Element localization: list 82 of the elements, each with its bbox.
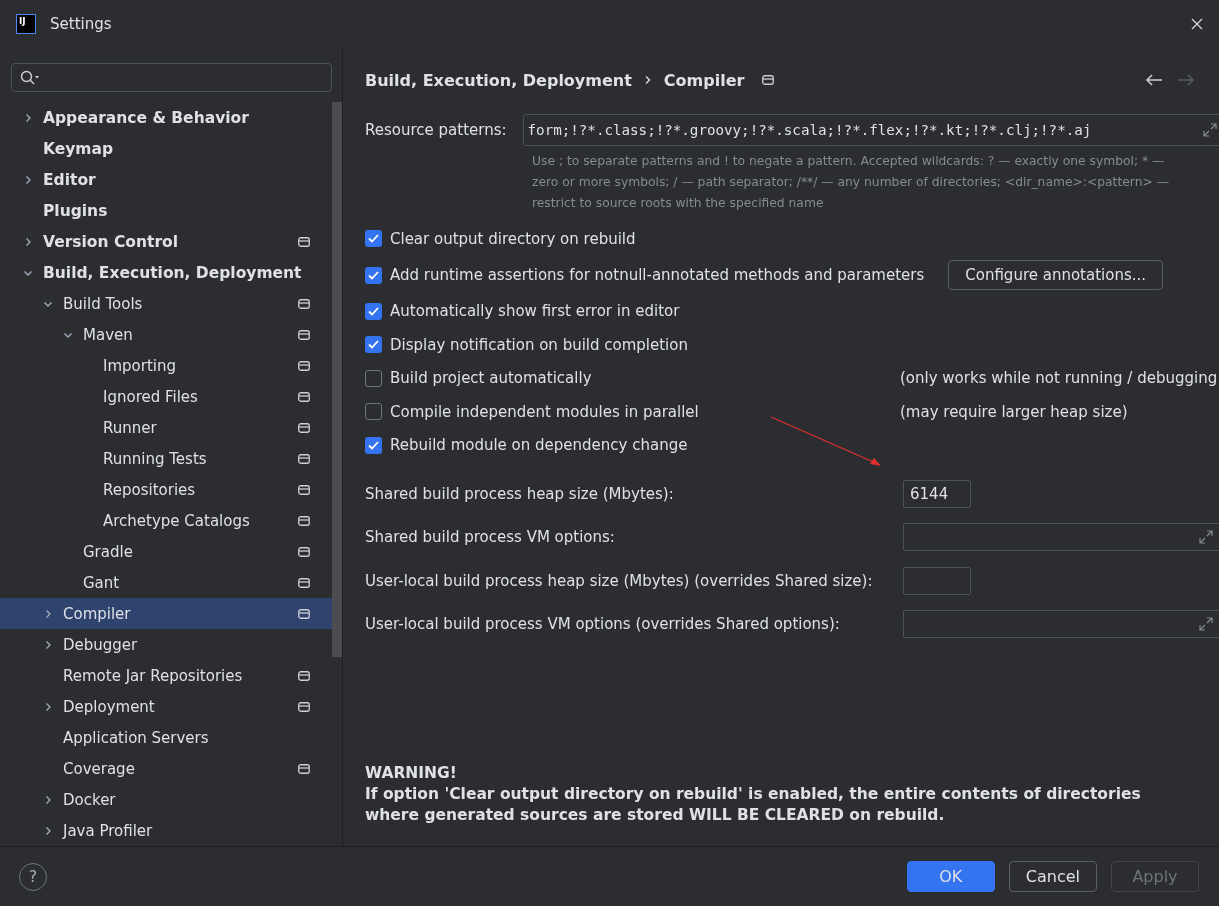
tree-item[interactable]: Appearance & Behavior — [0, 102, 332, 133]
tree-item[interactable]: Gant — [0, 567, 332, 598]
field-label: Shared build process VM options: — [365, 528, 616, 547]
tree-item[interactable]: Gradle — [0, 536, 332, 567]
app-logo: IJ — [16, 14, 36, 34]
checkbox[interactable] — [365, 266, 382, 284]
checkbox[interactable] — [365, 230, 382, 248]
warning-text: If option 'Clear output directory on rebuild' is enabled, the entire contents of directories where generated sources are stored WILL BE CLEARED on rebuild. — [365, 784, 1142, 826]
checkbox[interactable] — [365, 403, 382, 421]
checkbox-label: Add runtime assertions for notnull-annotated methods and parameters — [390, 266, 925, 284]
expand-icon[interactable] — [1202, 122, 1218, 138]
tree-item[interactable]: Coverage — [0, 753, 332, 784]
hint-text: Use ; to separate patterns and ! to negate a pattern. Accepted wildcards: ? — exactly one symbol; * — zero or more symbols; / — path separator; /**/ — any number of directories; <dir_name>:<pattern> — restrict to source roots with the specified name — [532, 153, 1170, 212]
input-field[interactable]: form;!?*.class;!?*.groovy;!?*.scala;!?*.flex;!?*.kt;!?*.clj;!?*.aj — [522, 114, 1219, 146]
input-field[interactable] — [903, 610, 1219, 639]
field-label: User-local build process heap size (Mbytes) (overrides Shared size): — [365, 571, 874, 590]
tree-item[interactable]: Build Tools — [0, 288, 332, 319]
chevron-right-icon[interactable] — [43, 794, 53, 805]
option-note: (may require larger heap size) — [900, 402, 1129, 421]
checkbox[interactable] — [365, 369, 382, 387]
tree-item[interactable]: Keymap — [0, 133, 332, 164]
breadcrumb-item[interactable]: Compiler — [663, 70, 745, 90]
expand-icon[interactable] — [1198, 529, 1214, 546]
tree-item[interactable]: Docker — [0, 784, 332, 815]
input-field[interactable]: 6144 — [903, 479, 971, 508]
checkbox-label: Automatically show first error in editor — [390, 302, 680, 321]
checkbox[interactable] — [365, 302, 382, 320]
tree-item[interactable]: Maven — [0, 319, 332, 350]
search-icon — [20, 69, 40, 86]
checkbox[interactable] — [365, 336, 382, 354]
tree-item[interactable]: Importing — [0, 350, 332, 381]
tree-item[interactable]: Running Tests — [0, 443, 332, 474]
chevron-right-icon[interactable] — [43, 825, 53, 836]
checkbox-label: Build project automatically — [390, 369, 592, 388]
close-icon[interactable] — [1191, 18, 1203, 30]
chevron-right-icon[interactable] — [43, 639, 53, 650]
tree-item[interactable]: Plugins — [0, 195, 332, 226]
checkmark-icon — [368, 440, 379, 450]
chevron-right-icon — [643, 75, 652, 85]
chevron-right-icon[interactable] — [23, 174, 33, 185]
scrollbar-thumb[interactable] — [332, 102, 342, 657]
tree-item[interactable]: Application Servers — [0, 722, 332, 753]
breadcrumb-item[interactable]: Build, Execution, Deployment — [365, 70, 632, 90]
checkmark-icon — [368, 270, 379, 280]
search-field[interactable] — [11, 63, 332, 92]
expand-icon[interactable] — [1198, 616, 1214, 633]
checkbox-label: Clear output directory on rebuild — [390, 229, 636, 248]
chevron-right-icon[interactable] — [43, 701, 53, 712]
tree-item[interactable]: Version Control — [0, 226, 332, 257]
checkbox-label: Rebuild module on dependency change — [390, 436, 688, 455]
back-arrow-icon[interactable] — [1145, 73, 1163, 87]
checkbox[interactable] — [365, 436, 382, 454]
tree-item[interactable]: Runner — [0, 412, 332, 443]
checkmark-icon — [368, 234, 379, 244]
configure-button[interactable]: Configure annotations... — [948, 260, 1164, 290]
checkmark-icon — [368, 340, 379, 350]
tree-item[interactable]: Debugger — [0, 629, 332, 660]
window-icon — [762, 75, 775, 85]
chevron-right-icon[interactable] — [43, 608, 53, 619]
chevron-right-icon[interactable] — [23, 112, 33, 123]
tree-item[interactable]: Archetype Catalogs — [0, 505, 332, 536]
chevron-right-icon[interactable] — [23, 236, 33, 247]
tree-item[interactable]: Editor — [0, 164, 332, 195]
warning-title: WARNING! — [365, 763, 458, 784]
tree-item[interactable]: Deployment — [0, 691, 332, 722]
field-label: User-local build process VM options (overrides Shared options): — [365, 615, 841, 634]
tree-item[interactable]: Ignored Files — [0, 381, 332, 412]
tree-item[interactable]: Compiler — [0, 598, 332, 629]
tree-item[interactable]: Build, Execution, Deployment — [0, 257, 332, 288]
field-label: Shared build process heap size (Mbytes): — [365, 484, 675, 503]
field-label: Resource patterns: — [365, 121, 507, 139]
checkmark-icon — [368, 306, 379, 316]
option-note: (only works while not running / debugging — [900, 369, 1219, 388]
checkbox-label: Compile independent modules in parallel — [390, 402, 699, 421]
input-field[interactable] — [903, 523, 1219, 552]
tree-item[interactable]: Repositories — [0, 474, 332, 505]
dialog-button[interactable]: Cancel — [1008, 861, 1097, 892]
tree-item[interactable]: Remote Jar Repositories — [0, 660, 332, 691]
tree-item[interactable]: Java Profiler — [0, 815, 332, 846]
checkbox-label: Display notification on build completion — [390, 335, 688, 354]
window-title: Settings — [50, 15, 113, 33]
input-field[interactable] — [903, 566, 971, 595]
